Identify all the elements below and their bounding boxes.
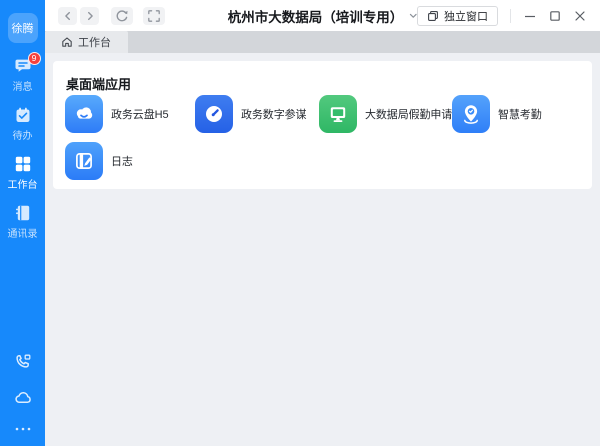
workbench-grid-icon xyxy=(14,155,32,173)
chat-bubble-icon: 9 xyxy=(14,52,41,75)
cloud-disk-icon[interactable] xyxy=(13,388,33,408)
sidebar-item-contacts[interactable]: 通讯录 xyxy=(0,204,45,240)
fullscreen-button[interactable] xyxy=(143,6,165,25)
monitor-app-icon xyxy=(319,95,357,133)
history-nav-group xyxy=(58,6,99,25)
app-label: 政务云盘H5 xyxy=(111,109,169,121)
sidebar-item-label: 消息 xyxy=(12,82,33,93)
window-copy-icon xyxy=(428,10,438,21)
desktop-apps-card: 桌面端应用 政务云盘H5 政务数字参谋 大数据局假勤申请 智慧考勤 日志 xyxy=(53,61,592,189)
refresh-icon xyxy=(116,9,128,21)
close-button[interactable] xyxy=(567,4,592,28)
workbench-content: 桌面端应用 政务云盘H5 政务数字参谋 大数据局假勤申请 智慧考勤 日志 xyxy=(45,53,600,446)
refresh-button[interactable] xyxy=(111,6,133,25)
forward-button[interactable] xyxy=(80,6,99,25)
todo-calendar-check-icon xyxy=(14,106,32,124)
fullscreen-icon xyxy=(148,9,160,22)
app-label: 智慧考勤 xyxy=(498,109,542,121)
standalone-window-button[interactable]: 独立窗口 xyxy=(417,5,498,26)
main-area: 杭州市大数据局（培训专用） 独立窗口 工作台 桌面端应用 政务云盘H5 政务数字… xyxy=(45,0,600,446)
cloud-app-icon xyxy=(65,95,103,133)
back-button[interactable] xyxy=(58,6,77,25)
tab-workbench[interactable]: 工作台 xyxy=(45,31,128,53)
maximize-icon xyxy=(549,10,560,21)
app-smart-attendance[interactable]: 智慧考勤 xyxy=(452,95,542,133)
avatar-initials: 徐腾 xyxy=(11,23,34,35)
sidebar-item-label: 工作台 xyxy=(7,180,38,191)
sidebar-item-todo[interactable]: 待办 xyxy=(0,106,45,142)
sidebar-bottom xyxy=(13,352,33,434)
avatar[interactable]: 徐腾 xyxy=(7,13,38,43)
app-attendance-request[interactable]: 大数据局假勤申请 xyxy=(319,95,452,133)
app-journal[interactable]: 日志 xyxy=(65,142,133,180)
chevron-left-icon xyxy=(64,11,70,20)
app-cloud-drive-h5[interactable]: 政务云盘H5 xyxy=(65,95,169,133)
topbar-divider xyxy=(510,8,511,23)
phone-call-icon[interactable] xyxy=(13,352,33,372)
sidebar-item-workbench[interactable]: 工作台 xyxy=(0,155,45,191)
app-label: 日志 xyxy=(111,156,133,168)
gauge-app-icon xyxy=(195,95,233,133)
caret-down-icon xyxy=(409,13,417,18)
sidebar-nav: 9 消息 待办 工作台 通讯录 xyxy=(0,52,45,240)
minimize-button[interactable] xyxy=(517,4,542,28)
org-title-dropdown[interactable]: 杭州市大数据局（培训专用） xyxy=(228,0,418,31)
sidebar: 徐腾 9 消息 待办 工作台 通讯录 xyxy=(0,0,45,446)
tab-label: 工作台 xyxy=(78,37,111,49)
more-dots-icon[interactable] xyxy=(14,424,32,434)
app-digital-advisor[interactable]: 政务数字参谋 xyxy=(195,95,307,133)
maximize-button[interactable] xyxy=(542,4,567,28)
minimize-icon xyxy=(524,15,535,17)
chevron-right-icon xyxy=(87,11,93,20)
close-icon xyxy=(574,10,585,21)
topbar-right: 独立窗口 xyxy=(417,4,592,28)
section-title: 桌面端应用 xyxy=(66,77,132,92)
standalone-window-label: 独立窗口 xyxy=(444,10,488,23)
topbar: 杭州市大数据局（培训专用） 独立窗口 xyxy=(45,0,600,31)
page-title: 杭州市大数据局（培训专用） xyxy=(227,9,404,25)
home-icon xyxy=(62,37,72,47)
unread-count-badge: 9 xyxy=(27,52,41,65)
sidebar-item-label: 通讯录 xyxy=(7,229,38,240)
tab-bar: 工作台 xyxy=(45,31,600,53)
sidebar-item-messages[interactable]: 9 消息 xyxy=(0,52,45,93)
contacts-book-icon xyxy=(14,204,32,222)
app-label: 大数据局假勤申请 xyxy=(365,109,453,121)
journal-pen-app-icon xyxy=(65,142,103,180)
app-label: 政务数字参谋 xyxy=(241,109,307,121)
location-pin-check-app-icon xyxy=(452,95,490,133)
app-window: 徐腾 9 消息 待办 工作台 通讯录 杭州市大数据局（培训专用） 独立窗口 工作… xyxy=(0,0,600,446)
sidebar-item-label: 待办 xyxy=(12,131,33,142)
